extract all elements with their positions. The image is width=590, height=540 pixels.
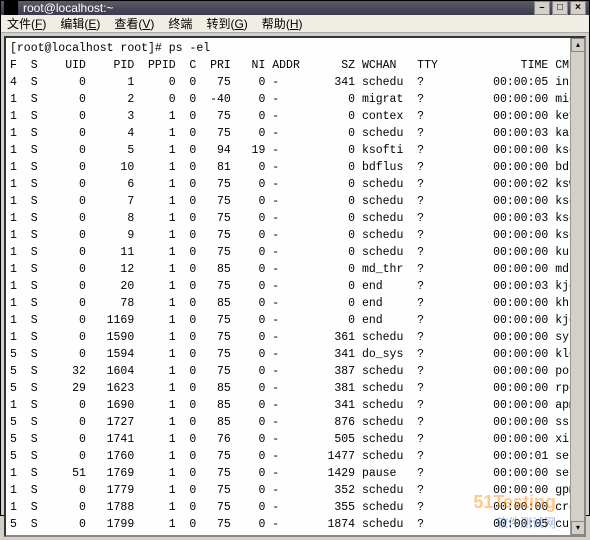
ps-row: 1 S 0 10 1 0 81 0 - 0 bdflus ? 00:00:00 … [10,159,580,176]
minimize-button[interactable]: – [534,1,550,15]
ps-row: 1 S 0 5 1 0 94 19 - 0 ksofti ? 00:00:00 … [10,142,580,159]
scroll-up-button[interactable]: ▴ [571,38,585,52]
titlebar[interactable]: root@localhost:~ – □ × [1,1,589,15]
terminal-window: root@localhost:~ – □ × 文件(F) 编辑(E) 查看(V)… [0,0,590,516]
menu-go[interactable]: 转到(G) [206,15,247,32]
ps-row: 5 S 29 1623 1 0 85 0 - 381 schedu ? 00:0… [10,380,580,397]
ps-row: 1 S 0 8 1 0 75 0 - 0 schedu ? 00:00:03 k… [10,210,580,227]
ps-row: 1 S 0 12 1 0 85 0 - 0 md_thr ? 00:00:00 … [10,261,580,278]
scroll-down-button[interactable]: ▾ [571,521,585,535]
maximize-button[interactable]: □ [552,1,568,15]
ps-row: 1 S 0 4 1 0 75 0 - 0 schedu ? 00:00:03 k… [10,125,580,142]
ps-row: 5 S 0 1594 1 0 75 0 - 341 do_sys ? 00:00… [10,346,580,363]
ps-row: 5 S 32 1604 1 0 75 0 - 387 schedu ? 00:0… [10,363,580,380]
prompt-line: [root@localhost root]# ps -el [10,40,580,57]
menu-terminal[interactable]: 终端 [168,15,192,32]
menu-view[interactable]: 查看(V) [114,15,154,32]
app-icon [4,1,18,15]
close-button[interactable]: × [570,1,586,15]
ps-rows: 4 S 0 1 0 0 75 0 - 341 schedu ? 00:00:05… [10,74,580,533]
menu-file[interactable]: 文件(F) [7,15,46,32]
ps-row: 1 S 0 2 0 0 -40 0 - 0 migrat ? 00:00:00 … [10,91,580,108]
ps-row: 1 S 0 78 1 0 85 0 - 0 end ? 00:00:00 khu… [10,295,580,312]
ps-row: 1 S 0 1779 1 0 75 0 - 352 schedu ? 00:00… [10,482,580,499]
ps-row: 4 S 0 1 0 0 75 0 - 341 schedu ? 00:00:05… [10,74,580,91]
ps-row: 1 S 0 11 1 0 75 0 - 0 schedu ? 00:00:00 … [10,244,580,261]
scrollbar[interactable]: ▴ ▾ [570,38,584,535]
ps-row: 5 S 0 1727 1 0 85 0 - 876 schedu ? 00:00… [10,414,580,431]
ps-row: 1 S 0 6 1 0 75 0 - 0 schedu ? 00:00:02 k… [10,176,580,193]
menubar: 文件(F) 编辑(E) 查看(V) 终端 转到(G) 帮助(H) [1,15,589,33]
menu-edit[interactable]: 编辑(E) [60,15,100,32]
window-title: root@localhost:~ [23,1,534,15]
ps-row: 5 S 0 1741 1 0 76 0 - 505 schedu ? 00:00… [10,431,580,448]
ps-row: 1 S 0 1690 1 0 85 0 - 341 schedu ? 00:00… [10,397,580,414]
ps-row: 1 S 0 20 1 0 75 0 - 0 end ? 00:00:03 kjo… [10,278,580,295]
ps-row: 1 S 0 3 1 0 75 0 - 0 contex ? 00:00:00 k… [10,108,580,125]
terminal-area[interactable]: [root@localhost root]# ps -el F S UID PI… [4,36,586,537]
menu-help[interactable]: 帮助(H) [262,15,303,32]
ps-row: 5 S 0 1799 1 0 75 0 - 1874 schedu ? 00:0… [10,516,580,533]
ps-header: F S UID PID PPID C PRI NI ADDR SZ WCHAN … [10,57,580,74]
ps-row: 1 S 0 1169 1 0 75 0 - 0 end ? 00:00:00 k… [10,312,580,329]
ps-row: 1 S 0 1590 1 0 75 0 - 361 schedu ? 00:00… [10,329,580,346]
ps-row: 5 S 0 1760 1 0 75 0 - 1477 schedu ? 00:0… [10,448,580,465]
ps-row: 1 S 0 1788 1 0 75 0 - 355 schedu ? 00:00… [10,499,580,516]
ps-row: 1 S 0 9 1 0 75 0 - 0 schedu ? 00:00:00 k… [10,227,580,244]
ps-row: 1 S 51 1769 1 0 75 0 - 1429 pause ? 00:0… [10,465,580,482]
ps-row: 1 S 0 7 1 0 75 0 - 0 schedu ? 00:00:00 k… [10,193,580,210]
